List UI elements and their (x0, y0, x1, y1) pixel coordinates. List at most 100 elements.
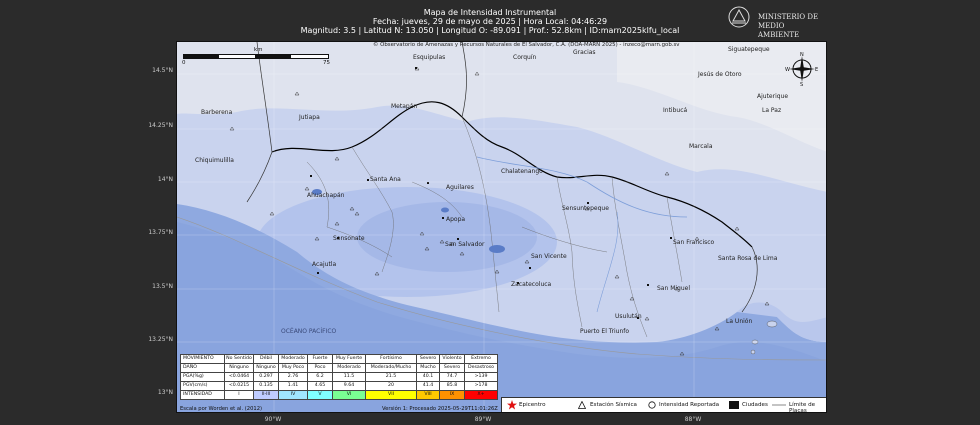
lat-label: 13.25°N (148, 336, 173, 343)
intensity-cell: Moderado (332, 363, 366, 373)
intensity-row-label: PGA(%g) (180, 372, 225, 382)
intensity-row: INTENSIDAD I II-III IV V VI VII VIII IX X+ (180, 390, 498, 400)
intensity-cell: Fortísimo (365, 354, 417, 364)
intensity-cell: <0.0464 (224, 372, 254, 382)
place-label: Zacatecoluca (511, 281, 552, 288)
compass-n: N (800, 52, 804, 58)
intensity-cell: Severo (416, 354, 440, 364)
intensity-cell: IX (439, 390, 465, 400)
intensity-cell: Ninguno (253, 363, 279, 373)
place-label: Puerto El Triunfo (580, 328, 630, 335)
ocean-label: OCÉANO PACÍFICO (281, 328, 337, 335)
intensity-row-label: MOVIMIENTO (180, 354, 225, 364)
intensity-cell: Mucho (416, 363, 440, 373)
scale-unit: km (254, 47, 263, 53)
intensity-cell: No Sentido (224, 354, 254, 364)
place-label: Jesús de Otoro (698, 71, 742, 78)
place-label: Aguilares (446, 184, 474, 191)
intensity-cell: VII (365, 390, 417, 400)
scale-min: 0 (182, 60, 186, 66)
lat-label: 13°N (157, 389, 173, 396)
intensity-row: MOVIMIENTO No Sentido Débil Moderado Fuerte M… (180, 354, 498, 364)
intensity-row: PGV(cm/s) <0.0215 0.135 1.41 4.65 9.64 20 41.4 8… (180, 381, 498, 391)
intensity-cell: 40.1 (416, 372, 440, 382)
intensity-cell: 0.135 (253, 381, 279, 391)
intensity-cell: V (307, 390, 333, 400)
intensity-cell: 21.5 (365, 372, 417, 382)
intensity-row-label: DAÑO (180, 363, 225, 373)
place-label: Santa Rosa de Lima (718, 255, 778, 262)
place-label: Ahuachapán (307, 192, 345, 199)
intensity-cell: 0.297 (253, 372, 279, 382)
legend-ciudades: Ciudades (742, 402, 768, 408)
place-label: San Francisco (673, 239, 715, 246)
place-label: Marcala (689, 143, 713, 150)
intensity-cell: X+ (464, 390, 498, 400)
ministry-name-line2: MEDIO AMBIENTE (758, 22, 800, 39)
intensity-cell: Severo (439, 363, 465, 373)
national-seal-icon (728, 6, 750, 28)
intensity-row: PGA(%g) <0.0464 0.297 2.76 6.2 11.5 21.5 40.1 74… (180, 372, 498, 382)
intensity-cell: >139 (464, 372, 498, 382)
lat-label: 13.75°N (148, 229, 173, 236)
ministry-logo: MINISTERIO DE MEDIO AMBIENTE (728, 6, 823, 39)
lon-label: 90°W (264, 416, 282, 423)
intensity-cell: I (224, 390, 254, 400)
intensity-cell: 85.8 (439, 381, 465, 391)
reported-intensity-circle-icon (648, 401, 656, 409)
copyright-notice: © Observatorio de Amenazas y Recursos Na… (373, 42, 680, 48)
place-label: Santa Ana (370, 176, 401, 183)
place-label: Gracias (573, 49, 596, 56)
intensity-cell: Fuerte (307, 354, 333, 364)
lat-label: 13.5°N (152, 283, 173, 290)
intensity-cell: Poco (307, 363, 333, 373)
place-label: La Unión (726, 318, 753, 325)
intensity-row-label: PGV(cm/s) (180, 381, 225, 391)
plate-boundary-line-icon (772, 404, 786, 406)
station-triangle-icon (578, 401, 586, 409)
epicenter-star-icon (507, 400, 517, 410)
intensity-cell: II-III (253, 390, 279, 400)
place-label: Chiquimulilla (195, 157, 234, 164)
ministry-name-line1: MINISTERIO DE (758, 13, 819, 21)
compass-w: W (785, 67, 790, 73)
version-note: Versión 1: Procesado 2025-05-29T11:01:26… (382, 406, 498, 412)
place-label: San Salvador (445, 241, 485, 248)
intensity-cell: <0.0215 (224, 381, 254, 391)
scale-max: 75 (323, 60, 330, 66)
intensity-cell: Muy Fuerte (332, 354, 366, 364)
place-label: Apopa (446, 216, 466, 223)
place-label: Jutiapa (299, 114, 320, 121)
lat-label: 14.25°N (148, 122, 173, 129)
intensity-cell: Extremo (464, 354, 498, 364)
map-header: Mapa de Intensidad Instrumental Fecha: j… (0, 0, 980, 40)
intensity-cell: IV (278, 390, 308, 400)
lon-label: 88°W (684, 416, 702, 423)
intensity-cell: 20 (365, 381, 417, 391)
lat-label: 14.5°N (152, 67, 173, 74)
place-label: Intibucá (663, 107, 688, 114)
intensity-cell: Débil (253, 354, 279, 364)
place-label: Metapán (391, 103, 418, 110)
intensity-cell: Ninguno (224, 363, 254, 373)
intensity-map[interactable]: © Observatorio de Amenazas y Recursos Na… (176, 41, 827, 413)
intensity-cell: 11.5 (332, 372, 366, 382)
place-label: La Paz (762, 107, 782, 114)
intensity-cell: VIII (416, 390, 440, 400)
intensity-cell: 41.4 (416, 381, 440, 391)
place-label: Sensuntepeque (562, 205, 609, 212)
place-label: San Miguel (657, 285, 691, 292)
intensity-row-label: INTENSIDAD (180, 390, 225, 400)
place-label: Siguatepeque (728, 46, 770, 53)
intensity-cell: 6.2 (307, 372, 333, 382)
place-label: Chalatenango (501, 168, 543, 175)
intensity-cell: 9.64 (332, 381, 366, 391)
intensity-row: DAÑO Ninguno Ninguno Muy Poco Poco Moderado Mo… (180, 363, 498, 373)
scale-bar: km 0 75 (181, 47, 331, 67)
legend-placas: Límite de Placas (789, 402, 816, 413)
legend-estacion: Estación Sísmica (590, 402, 637, 408)
compass-rose-icon: N S E W (785, 52, 818, 86)
intensity-cell: VI (332, 390, 366, 400)
legend-intensidad: Intensidad Reportada (659, 402, 720, 408)
place-label: Barberena (201, 109, 233, 116)
